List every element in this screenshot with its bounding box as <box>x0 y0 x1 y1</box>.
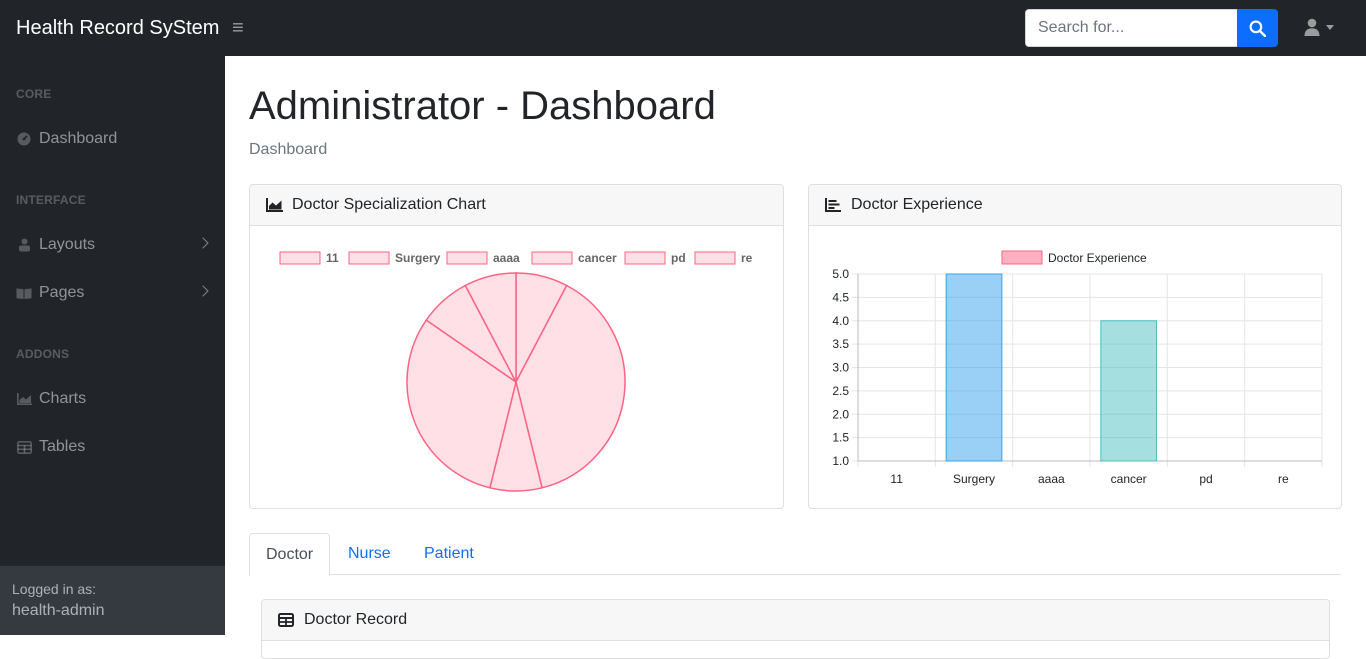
top-navbar: Health Record SyStem ≡ <box>0 0 1366 56</box>
pie-chart: 11 Surgery aaaa cancer pd re <box>279 251 753 492</box>
legend-label: pd <box>671 251 686 265</box>
legend-label: re <box>741 251 753 265</box>
sidebar-item-label: Layouts <box>39 236 96 253</box>
legend-swatch <box>694 251 736 265</box>
x-tick-label: pd <box>1199 472 1212 486</box>
y-tick-label: 1.0 <box>832 454 849 468</box>
legend-item: 11 <box>279 251 339 265</box>
table-icon <box>278 612 295 628</box>
bar-Surgery[interactable] <box>945 273 1003 462</box>
legend-swatch <box>279 251 321 265</box>
sidebar-item-label: Dashboard <box>39 130 118 147</box>
legend-item: Doctor Experience <box>1001 250 1147 265</box>
sidebar-footer: Logged in as: health-admin <box>0 566 225 635</box>
record-tabs: Doctor Nurse Patient <box>249 533 1341 576</box>
y-tick-label: 4.0 <box>832 314 849 328</box>
sidebar-heading-core: CORE <box>16 87 52 101</box>
y-tick-label: 4.5 <box>832 290 849 304</box>
user-icon <box>1304 18 1320 36</box>
y-tick-label: 2.0 <box>832 407 849 421</box>
experience-chart-card: Doctor Experience Doctor Experience 5.0 4.… <box>808 184 1342 509</box>
search-input[interactable] <box>1025 9 1237 47</box>
logged-in-caption: Logged in as: <box>12 581 97 597</box>
search-icon <box>1249 20 1266 37</box>
area-chart-icon <box>266 197 283 213</box>
columns-icon <box>16 237 32 253</box>
specialization-chart-card: Doctor Specialization Chart 11 Surgery aaa… <box>249 184 784 509</box>
legend-item: re <box>694 251 753 265</box>
sidebar-toggle-icon[interactable]: ≡ <box>232 18 244 38</box>
sidebar-heading-interface: INTERFACE <box>16 193 86 207</box>
sidebar-heading-addons: ADDONS <box>16 347 70 361</box>
app-brand[interactable]: Health Record SyStem <box>0 17 224 40</box>
legend-item: cancer <box>531 251 617 265</box>
legend-swatch <box>446 251 488 265</box>
y-tick-label: 5.0 <box>832 267 849 281</box>
sidebar-item-layouts[interactable]: Layouts <box>0 225 225 265</box>
chevron-down-icon <box>1326 24 1334 30</box>
page-title: Administrator - Dashboard <box>249 84 716 128</box>
y-tick-label: 2.5 <box>832 384 849 398</box>
area-chart-icon <box>16 391 32 407</box>
doctor-record-card: Doctor Record <box>261 599 1330 659</box>
search-button[interactable] <box>1237 9 1278 47</box>
x-tick-label: aaaa <box>1038 472 1065 486</box>
legend-swatch <box>1001 250 1043 265</box>
x-tick-label: 11 <box>890 472 903 486</box>
sidebar-item-dashboard[interactable]: Dashboard <box>0 119 225 159</box>
table-icon <box>16 439 32 455</box>
y-tick-label: 1.5 <box>832 431 849 445</box>
chevron-right-icon <box>197 285 209 297</box>
chevron-right-icon <box>197 237 209 249</box>
bar-cancer[interactable] <box>1100 320 1158 462</box>
tab-patient[interactable]: Patient <box>408 533 490 575</box>
legend-swatch <box>348 251 390 265</box>
sidebar-item-pages[interactable]: Pages <box>0 273 225 313</box>
gauge-icon <box>16 131 32 147</box>
book-icon <box>16 285 32 301</box>
legend-label: 11 <box>326 251 339 265</box>
search-form <box>1025 9 1278 47</box>
user-dropdown[interactable] <box>1304 18 1334 36</box>
logged-in-user: health-admin <box>12 602 105 619</box>
y-tick-label: 3.0 <box>832 361 849 375</box>
legend-label: aaaa <box>493 251 520 265</box>
y-tick-label: 3.5 <box>832 337 849 351</box>
card-header: Doctor Experience <box>809 185 1341 226</box>
legend-label: Surgery <box>395 251 441 265</box>
card-title: Doctor Record <box>304 611 408 628</box>
breadcrumb: Dashboard <box>249 141 328 158</box>
legend-item: aaaa <box>446 251 520 265</box>
legend-label: Doctor Experience <box>1048 251 1147 265</box>
legend-label: cancer <box>578 251 617 265</box>
tab-doctor[interactable]: Doctor <box>249 533 331 576</box>
bar-chart: Doctor Experience 5.0 4.5 4.0 3.5 3.0 2.5 2.0 1.… <box>832 250 1323 486</box>
main-content: Administrator - Dashboard Dashboard Doct… <box>225 56 1366 659</box>
legend-item: pd <box>624 251 686 265</box>
card-title: Doctor Experience <box>851 196 983 213</box>
tab-nurse[interactable]: Nurse <box>332 533 407 575</box>
sidebar: CORE Dashboard INTERFACE Layouts Pages A… <box>0 56 225 635</box>
card-header: Doctor Specialization Chart <box>250 185 783 226</box>
legend-swatch <box>531 251 573 265</box>
card-title: Doctor Specialization Chart <box>292 196 486 213</box>
x-tick-label: Surgery <box>953 472 995 486</box>
sidebar-item-tables[interactable]: Tables <box>0 427 225 467</box>
sidebar-item-label: Charts <box>39 390 87 407</box>
x-tick-label: cancer <box>1111 472 1147 486</box>
legend-swatch <box>624 251 666 265</box>
bar-chart-icon <box>825 197 842 213</box>
x-tick-label: re <box>1278 472 1289 486</box>
sidebar-item-label: Pages <box>39 284 85 301</box>
legend-item: Surgery <box>348 251 441 265</box>
sidebar-item-label: Tables <box>39 438 86 455</box>
sidebar-item-charts[interactable]: Charts <box>0 379 225 419</box>
